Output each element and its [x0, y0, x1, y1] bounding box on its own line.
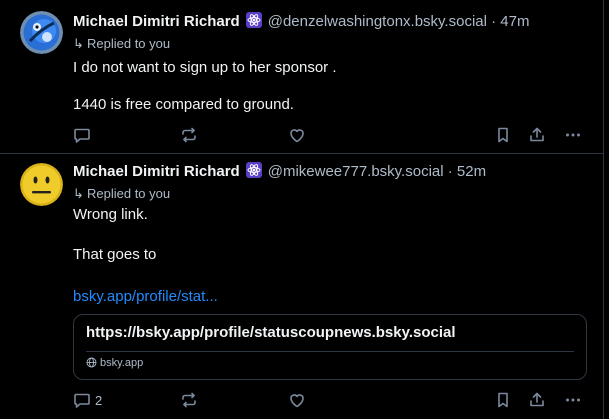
more-options-button[interactable]	[564, 125, 582, 145]
timestamp[interactable]: 47m	[500, 13, 529, 30]
share-icon	[530, 392, 544, 407]
share-button[interactable]	[528, 390, 546, 410]
repost-button[interactable]	[180, 125, 198, 145]
handle[interactable]: @mikewee777.bsky.social	[268, 163, 444, 180]
heart-icon	[290, 394, 304, 408]
link-preview-domain: bsky.app	[86, 357, 143, 371]
atom-icon	[245, 12, 262, 28]
reply-arrow-icon: ↳	[73, 36, 84, 51]
reply-button[interactable]: 2	[73, 390, 102, 410]
bookmark-button[interactable]	[494, 125, 512, 145]
avatar[interactable]	[20, 11, 63, 54]
heart-icon	[290, 129, 304, 143]
display-name[interactable]: Michael Dimitri Richard	[73, 163, 240, 180]
comment-icon	[74, 393, 90, 408]
ellipsis-icon	[566, 398, 580, 402]
more-options-button[interactable]	[564, 390, 582, 410]
avatar[interactable]	[20, 163, 63, 206]
globe-icon	[86, 357, 97, 371]
share-icon	[530, 127, 544, 142]
ellipsis-icon	[566, 133, 580, 137]
post-item[interactable]: Michael Dimitri Richard @denzelwashington…	[0, 0, 603, 154]
replied-to-label: ↳ Replied to you	[73, 186, 171, 201]
bookmark-button[interactable]	[494, 390, 512, 410]
share-button[interactable]	[528, 125, 546, 145]
post-link[interactable]: bsky.app/profile/stat...	[73, 288, 218, 305]
comment-icon	[74, 128, 90, 143]
like-button[interactable]	[288, 390, 306, 410]
reply-button[interactable]	[73, 125, 95, 145]
reply-count: 2	[95, 392, 103, 408]
link-preview-card[interactable]: https://bsky.app/profile/statuscoupnews.…	[73, 314, 587, 380]
post-divider	[0, 153, 603, 154]
feed-thread: Michael Dimitri Richard @denzelwashington…	[0, 0, 604, 419]
separator: ·	[491, 13, 497, 30]
post-item[interactable]: Michael Dimitri Richard @mikewee777.bsky.…	[0, 155, 603, 419]
bookmark-icon	[498, 392, 508, 408]
link-preview-divider	[86, 351, 574, 352]
separator: ·	[447, 163, 453, 180]
post-text-line: That goes to	[73, 246, 157, 263]
reply-arrow-icon: ↳	[73, 186, 84, 201]
repost-icon	[182, 127, 196, 143]
post-text-line: 1440 is free compared to ground.	[73, 96, 294, 113]
replied-to-label: ↳ Replied to you	[73, 36, 171, 51]
bookmark-icon	[498, 127, 508, 143]
like-button[interactable]	[288, 125, 306, 145]
post-text-line: I do not want to sign up to her sponsor …	[73, 59, 337, 76]
repost-button[interactable]	[180, 390, 198, 410]
repost-icon	[182, 392, 196, 408]
post-actions: 2	[73, 390, 593, 410]
link-preview-url: https://bsky.app/profile/statuscoupnews.…	[86, 324, 456, 341]
post-text-line: Wrong link.	[73, 206, 148, 223]
display-name[interactable]: Michael Dimitri Richard	[73, 13, 240, 30]
post-header: Michael Dimitri Richard @denzelwashington…	[73, 12, 529, 32]
handle[interactable]: @denzelwashingtonx.bsky.social	[268, 13, 487, 30]
timestamp[interactable]: 52m	[457, 163, 486, 180]
atom-icon	[245, 162, 262, 178]
post-actions	[73, 125, 593, 145]
post-header: Michael Dimitri Richard @mikewee777.bsky.…	[73, 162, 486, 182]
